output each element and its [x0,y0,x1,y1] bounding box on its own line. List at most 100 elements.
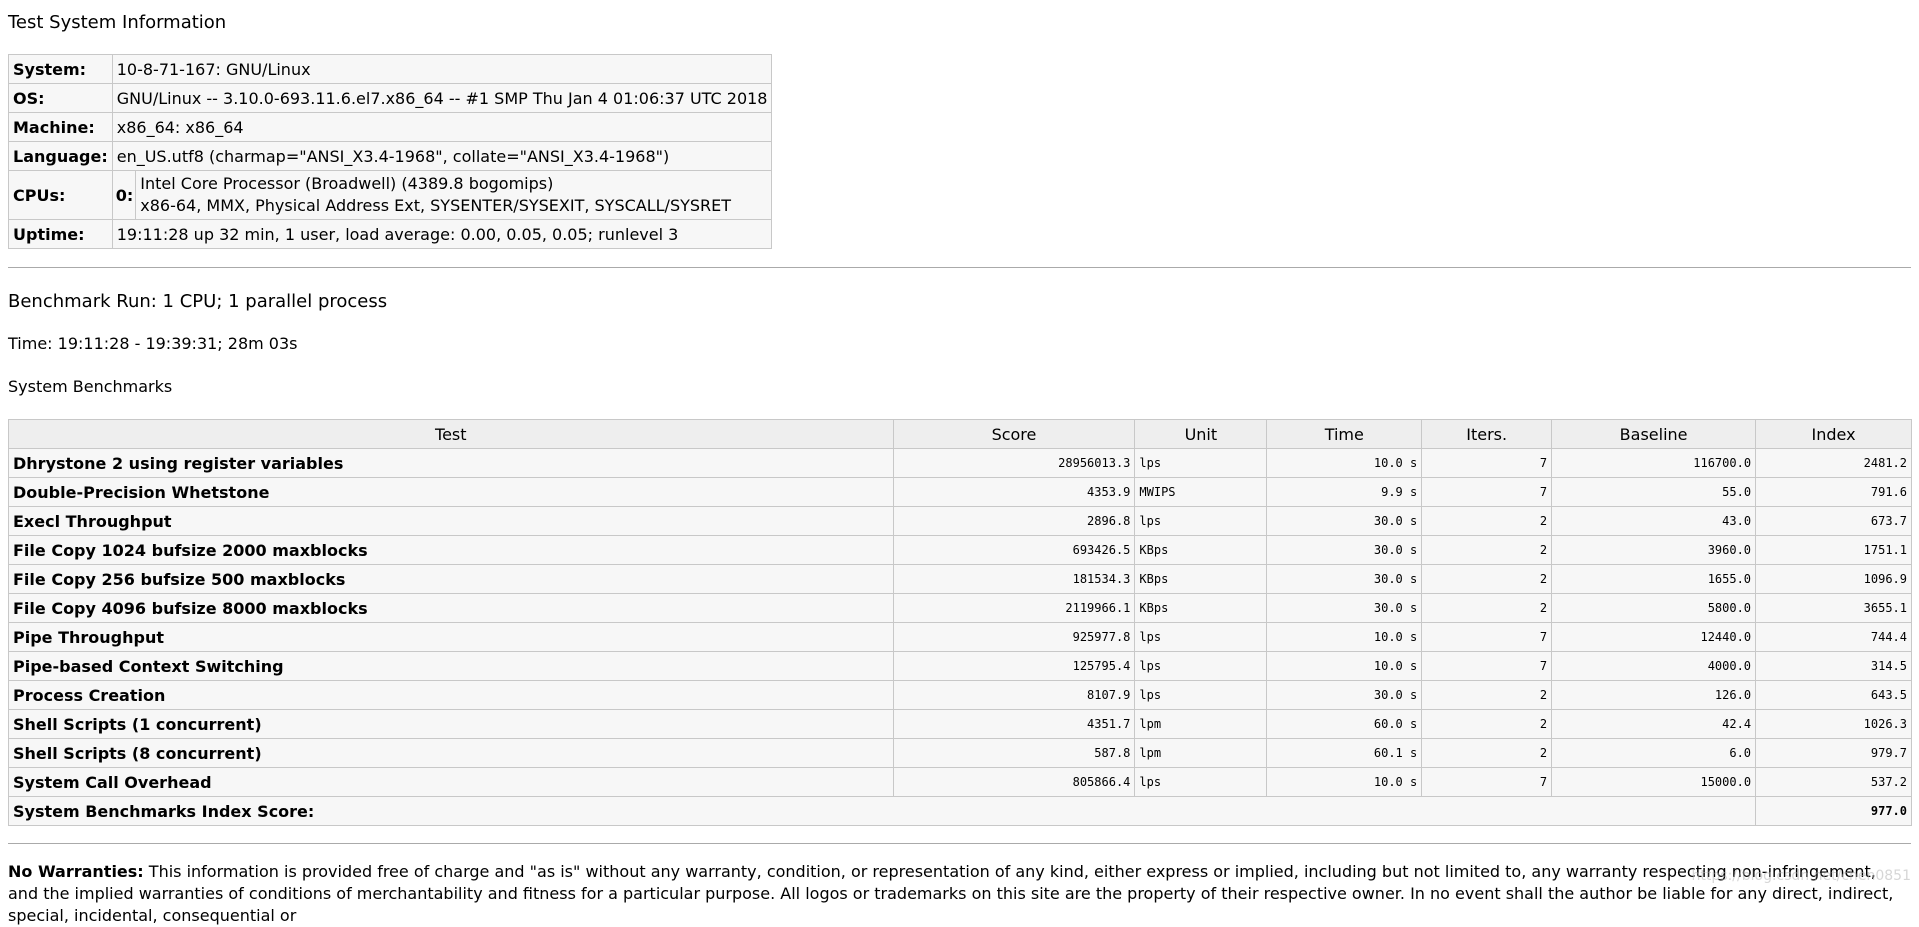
system-value: 10-8-71-167: GNU/Linux [111,54,773,84]
time-cell: 60.1 s [1266,738,1423,768]
column-header-index: Index [1755,419,1912,449]
score-cell: 693426.5 [892,535,1136,565]
index-cell: 643.5 [1755,680,1912,710]
cpus-row: CPUs: 0: Intel Core Processor (Broadwell… [8,170,773,220]
iters-cell: 7 [1421,448,1553,478]
language-value: en_US.utf8 (charmap="ANSI_X3.4-1968", co… [111,141,773,171]
table-row: File Copy 4096 bufsize 8000 maxblocks 211… [8,593,1912,623]
cpus-label: CPUs: [8,170,113,220]
score-cell: 125795.4 [892,651,1136,681]
system-info-table: System: 10-8-71-167: GNU/Linux OS: GNU/L… [8,54,773,249]
language-label: Language: [8,141,113,171]
footer-divider [8,843,1911,844]
baseline-cell: 4000.0 [1551,651,1757,681]
system-label: System: [8,54,113,84]
time-cell: 30.0 s [1266,593,1423,623]
index-cell: 3655.1 [1755,593,1912,623]
unit-cell: lpm [1134,738,1268,768]
warranty-notice: No Warranties: This information is provi… [8,861,1898,927]
cpu-model: Intel Core Processor (Broadwell) (4389.8… [140,174,554,193]
index-cell: 673.7 [1755,506,1912,536]
column-header-iters: Iters. [1421,419,1553,449]
machine-row: Machine: x86_64: x86_64 [8,112,773,142]
score-cell: 28956013.3 [892,448,1136,478]
time-cell: 30.0 s [1266,680,1423,710]
unit-cell: MWIPS [1134,477,1268,507]
index-cell: 744.4 [1755,622,1912,652]
baseline-cell: 55.0 [1551,477,1757,507]
cpu-index: 0: [111,170,137,220]
index-cell: 1096.9 [1755,564,1912,594]
table-row: Process Creation 8107.9 lps 30.0 s 2 126.0 643… [8,680,1912,710]
unit-cell: lps [1134,506,1268,536]
index-cell: 2481.2 [1755,448,1912,478]
unit-cell: lps [1134,767,1268,797]
iters-cell: 7 [1421,651,1553,681]
table-row: Pipe-based Context Switching 125795.4 lps 1… [8,651,1912,681]
index-cell: 314.5 [1755,651,1912,681]
test-name: File Copy 1024 bufsize 2000 maxblocks [8,535,894,565]
iters-cell: 7 [1421,767,1553,797]
column-header-score: Score [892,419,1136,449]
iters-cell: 2 [1421,709,1553,739]
column-header-baseline: Baseline [1551,419,1757,449]
uptime-row: Uptime: 19:11:28 up 32 min, 1 user, load… [8,219,773,249]
language-row: Language: en_US.utf8 (charmap="ANSI_X3.4… [8,141,773,171]
score-cell: 2896.8 [892,506,1136,536]
baseline-cell: 5800.0 [1551,593,1757,623]
time-cell: 10.0 s [1266,651,1423,681]
test-name: Process Creation [8,680,894,710]
index-cell: 1751.1 [1755,535,1912,565]
table-row: Pipe Throughput 925977.8 lps 10.0 s 7 12440.0… [8,622,1912,652]
unit-cell: lps [1134,448,1268,478]
table-row: Dhrystone 2 using register variables 2895… [8,448,1912,478]
time-cell: 9.9 s [1266,477,1423,507]
warranty-heading: No Warranties: [8,862,144,881]
table-row: Execl Throughput 2896.8 lps 30.0 s 2 43.0 673.… [8,506,1912,536]
baseline-cell: 3960.0 [1551,535,1757,565]
baseline-cell: 116700.0 [1551,448,1757,478]
unit-cell: KBps [1134,593,1268,623]
index-cell: 979.7 [1755,738,1912,768]
score-cell: 805866.4 [892,767,1136,797]
test-name: System Call Overhead [8,767,894,797]
baseline-cell: 1655.0 [1551,564,1757,594]
benchmark-run-title: Benchmark Run: 1 CPU; 1 parallel process [8,291,388,312]
baseline-cell: 12440.0 [1551,622,1757,652]
time-cell: 10.0 s [1266,622,1423,652]
score-cell: 925977.8 [892,622,1136,652]
index-cell: 1026.3 [1755,709,1912,739]
test-name: Pipe-based Context Switching [8,651,894,681]
test-name: Shell Scripts (1 concurrent) [8,709,894,739]
machine-value: x86_64: x86_64 [111,112,773,142]
test-name: File Copy 4096 bufsize 8000 maxblocks [8,593,894,623]
unit-cell: lps [1134,680,1268,710]
iters-cell: 2 [1421,564,1553,594]
column-header-time: Time [1266,419,1423,449]
time-cell: 30.0 s [1266,564,1423,594]
test-name: File Copy 256 bufsize 500 maxblocks [8,564,894,594]
table-row: Shell Scripts (1 concurrent) 4351.7 lpm 60.… [8,709,1912,739]
iters-cell: 7 [1421,477,1553,507]
test-name: Dhrystone 2 using register variables [8,448,894,478]
time-cell: 30.0 s [1266,506,1423,536]
system-info-title: Test System Information [8,12,227,33]
score-cell: 181534.3 [892,564,1136,594]
test-name: Pipe Throughput [8,622,894,652]
iters-cell: 7 [1421,622,1553,652]
time-cell: 10.0 s [1266,448,1423,478]
benchmark-table: Test Score Unit Time Iters. Baseline Ind… [7,419,1912,826]
watermark: https://blog.csdn.net/chen0851 [1691,868,1911,884]
system-row: System: 10-8-71-167: GNU/Linux [8,54,773,84]
score-cell: 8107.9 [892,680,1136,710]
uptime-value: 19:11:28 up 32 min, 1 user, load average… [111,219,773,249]
iters-cell: 2 [1421,738,1553,768]
time-cell: 10.0 s [1266,767,1423,797]
table-row: Shell Scripts (8 concurrent) 587.8 lpm 60.1… [8,738,1912,768]
baseline-cell: 42.4 [1551,709,1757,739]
table-row: File Copy 1024 bufsize 2000 maxblocks 693… [8,535,1912,565]
score-cell: 4353.9 [892,477,1136,507]
baseline-cell: 126.0 [1551,680,1757,710]
table-row: Double-Precision Whetstone 4353.9 MWIPS 9.9… [8,477,1912,507]
cpu-flags: x86-64, MMX, Physical Address Ext, SYSEN… [140,196,732,215]
